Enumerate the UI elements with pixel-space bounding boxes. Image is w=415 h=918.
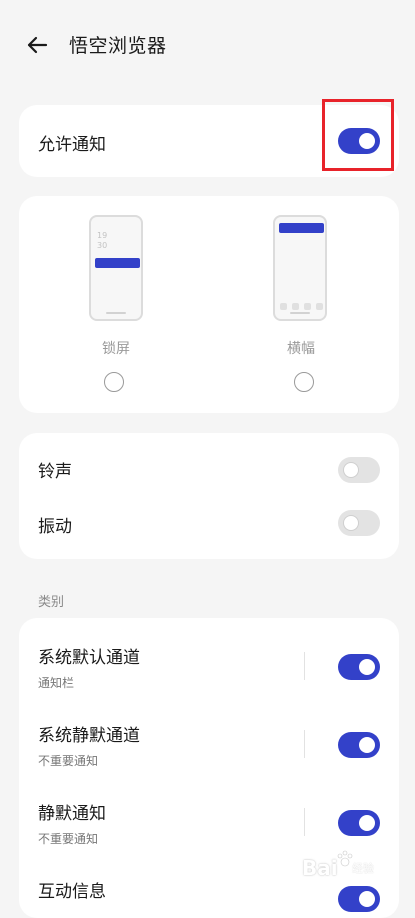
- toggle-knob: [359, 659, 375, 675]
- lockscreen-clock-hour: 19: [97, 231, 108, 240]
- banner-notification-bar: [279, 223, 324, 233]
- category-item-sub: 不重要通知: [38, 754, 99, 768]
- style-label-lockscreen: 锁屏: [102, 341, 130, 357]
- ringtone-toggle[interactable]: [338, 457, 380, 483]
- category-item-label: 系统默认通道: [38, 648, 140, 668]
- back-arrow-icon[interactable]: [22, 30, 52, 60]
- category-toggle-silent-channel[interactable]: [338, 732, 380, 758]
- category-item-sub: 通知栏: [38, 676, 75, 690]
- radio-lockscreen[interactable]: [104, 372, 124, 392]
- header-bar: 悟空浏览器: [0, 0, 415, 90]
- watermark: Bai 经验: [300, 846, 408, 892]
- category-item-label: 互动信息: [38, 882, 106, 902]
- toggle-knob: [343, 462, 359, 478]
- app-dot: [280, 303, 287, 310]
- category-item-label: 系统静默通道: [38, 726, 140, 746]
- style-label-banner: 横幅: [287, 341, 315, 357]
- lockscreen-notification-bar: [95, 258, 140, 268]
- vibration-toggle[interactable]: [338, 510, 380, 536]
- row-divider: [304, 808, 305, 836]
- toggle-knob: [359, 737, 375, 753]
- home-indicator: [290, 312, 310, 314]
- category-item-label: 静默通知: [38, 804, 106, 824]
- notification-style-card: 19 30 锁屏 横幅: [19, 196, 399, 413]
- toggle-knob: [359, 815, 375, 831]
- home-indicator: [106, 312, 126, 314]
- page-title: 悟空浏览器: [69, 35, 167, 57]
- lockscreen-clock-minute: 30: [97, 241, 108, 250]
- category-toggle-default[interactable]: [338, 654, 380, 680]
- ringtone-label: 铃声: [38, 462, 72, 482]
- highlight-box: [322, 99, 394, 171]
- category-section-title: 类别: [38, 595, 65, 610]
- category-toggle-silent-notification[interactable]: [338, 810, 380, 836]
- lockscreen-preview[interactable]: 19 30: [89, 215, 143, 321]
- app-dot: [304, 303, 311, 310]
- watermark-brand: Bai: [302, 856, 338, 880]
- toggle-knob: [343, 515, 359, 531]
- category-item-sub: 不重要通知: [38, 832, 99, 846]
- sound-vibration-card: 铃声 振动: [19, 433, 399, 559]
- row-divider: [304, 652, 305, 680]
- app-dot: [316, 303, 323, 310]
- allow-notifications-label: 允许通知: [38, 135, 106, 155]
- radio-banner[interactable]: [294, 372, 314, 392]
- row-divider: [304, 730, 305, 758]
- vibration-label: 振动: [38, 517, 72, 537]
- app-dot: [292, 303, 299, 310]
- toggle-knob: [359, 891, 375, 907]
- watermark-suffix: 经验: [352, 862, 374, 875]
- banner-preview[interactable]: [273, 215, 327, 321]
